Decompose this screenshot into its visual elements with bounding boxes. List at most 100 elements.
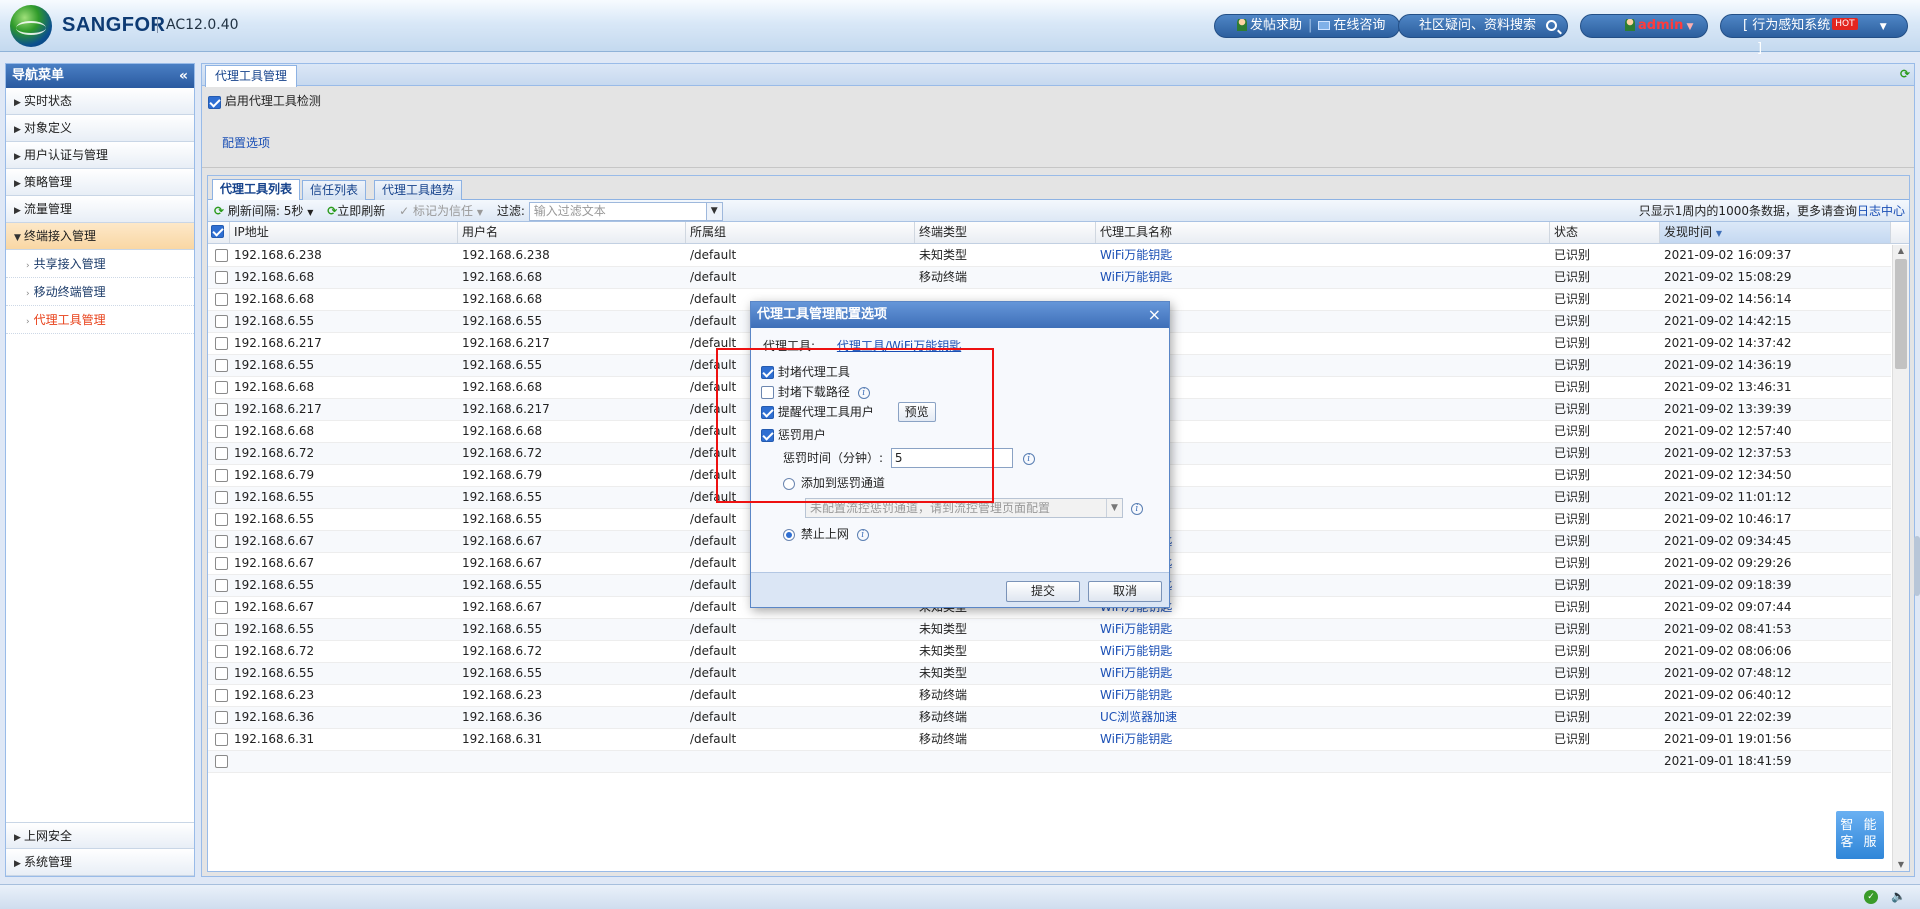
system-switcher[interactable]: [ 行为感知系统 HOT ▼ ] (1720, 14, 1908, 56)
vertical-scrollbar[interactable]: ▲ ▼ (1892, 245, 1909, 871)
channel-select[interactable]: 未配置流控惩罚通道，请到流控管理页面配置 ▼ (805, 498, 1123, 518)
row-checkbox[interactable] (215, 293, 228, 306)
col-ip[interactable]: IP地址 (230, 222, 458, 243)
cancel-button[interactable]: 取消 (1088, 581, 1162, 602)
row-checkbox[interactable] (215, 689, 228, 702)
row-checkbox[interactable] (215, 447, 228, 460)
row-checkbox[interactable] (215, 469, 228, 482)
tab-proxy-list[interactable]: 代理工具列表 (212, 179, 301, 201)
sidebar-item-traffic[interactable]: ▶ 流量管理 (6, 196, 194, 223)
sidebar-item-users[interactable]: ▶ 用户认证与管理 (6, 142, 194, 169)
tab-trust-list[interactable]: 信任列表 (302, 180, 367, 201)
cell-proxy-tool[interactable]: WiFi万能钥匙 (1096, 641, 1172, 663)
mark-trusted-button[interactable]: ✓ 标记为信任 ▼ (399, 204, 483, 218)
row-checkbox[interactable] (215, 359, 228, 372)
table-row[interactable]: 192.168.6.36 192.168.6.36/default 移动终端 UC浏览… (208, 707, 1891, 729)
cell-proxy-tool[interactable]: WiFi万能钥匙 (1096, 245, 1172, 267)
select-all-checkbox[interactable] (211, 225, 224, 238)
row-checkbox[interactable] (215, 601, 228, 614)
close-icon[interactable]: × (1148, 302, 1161, 328)
speaker-icon[interactable]: 🔈 (1891, 889, 1906, 903)
row-checkbox[interactable] (215, 711, 228, 724)
enable-detection-checkbox[interactable] (208, 96, 221, 109)
sidebar-sub-mobile[interactable]: › 移动终端管理 (6, 278, 194, 306)
collapse-icon[interactable]: « (179, 64, 188, 88)
cell-proxy-tool[interactable]: WiFi万能钥匙 (1096, 729, 1172, 751)
row-checkbox[interactable] (215, 315, 228, 328)
cell-proxy-tool[interactable]: WiFi万能钥匙 (1096, 685, 1172, 707)
refresh-interval-button[interactable]: ⟳ 刷新间隔: 5秒 ▼ (214, 204, 313, 218)
user-menu[interactable]: admin ▼ (1580, 14, 1708, 38)
forbid-internet-radio[interactable] (783, 528, 795, 541)
remind-user-checkbox[interactable] (761, 406, 774, 419)
config-options-link[interactable]: 配置选项 (222, 134, 270, 151)
info-icon[interactable]: i (856, 528, 869, 541)
row-checkbox[interactable] (215, 249, 228, 262)
status-ok-icon[interactable]: ✓ (1864, 890, 1878, 904)
help-link[interactable]: 发帖求助 (1237, 18, 1302, 33)
sidebar-item-terminal-access[interactable]: ▼ 终端接入管理 (6, 223, 194, 250)
community-search[interactable]: 社区疑问、资料搜索 (1398, 14, 1568, 38)
sidebar-item-policy[interactable]: ▶ 策略管理 (6, 169, 194, 196)
sidebar-item-objects[interactable]: ▶ 对象定义 (6, 115, 194, 142)
row-checkbox[interactable] (215, 667, 228, 680)
table-row[interactable]: 192.168.6.31 192.168.6.31/default 移动终端 WiFi… (208, 729, 1891, 751)
table-row[interactable]: 2021-09-01 18:41:59 (208, 751, 1891, 773)
col-status[interactable]: 状态 (1550, 222, 1660, 243)
row-checkbox[interactable] (215, 271, 228, 284)
row-checkbox[interactable] (215, 381, 228, 394)
col-proxy-tool[interactable]: 代理工具名称 (1096, 222, 1550, 243)
sidebar-sub-proxy-tools[interactable]: › 代理工具管理 (6, 306, 194, 334)
cell-proxy-tool[interactable]: UC浏览器加速 (1096, 707, 1177, 729)
sidebar-item-web-security[interactable]: ▶ 上网安全 (6, 822, 194, 849)
tab-proxy-trend[interactable]: 代理工具趋势 (374, 180, 463, 201)
col-group[interactable]: 所属组 (686, 222, 915, 243)
row-checkbox[interactable] (215, 513, 228, 526)
cell-proxy-tool[interactable]: WiFi万能钥匙 (1096, 663, 1172, 685)
table-row[interactable]: 192.168.6.72 192.168.6.72/default 未知类型 WiFi… (208, 641, 1891, 663)
info-icon[interactable]: i (1130, 502, 1143, 515)
info-icon[interactable]: i (1022, 452, 1035, 465)
sidebar-sub-shared-access[interactable]: › 共享接入管理 (6, 250, 194, 278)
punish-time-input[interactable]: 5 (890, 448, 1013, 468)
row-checkbox[interactable] (215, 579, 228, 592)
row-checkbox[interactable] (215, 425, 228, 438)
cell-proxy-tool[interactable]: WiFi万能钥匙 (1096, 267, 1172, 289)
submit-button[interactable]: 提交 (1006, 581, 1080, 602)
row-checkbox[interactable] (215, 755, 228, 768)
row-checkbox[interactable] (215, 645, 228, 658)
row-checkbox[interactable] (215, 403, 228, 416)
block-tool-checkbox[interactable] (761, 366, 774, 379)
add-channel-radio[interactable] (783, 477, 795, 490)
sidebar-item-system[interactable]: ▶ 系统管理 (6, 849, 194, 876)
table-row[interactable]: 192.168.6.238 192.168.6.238/default 未知类型 Wi… (208, 245, 1891, 267)
cell-proxy-tool[interactable] (1096, 751, 1100, 773)
refresh-now-button[interactable]: ⟳立即刷新 (327, 204, 385, 218)
scroll-up-icon[interactable]: ▲ (1893, 245, 1909, 257)
col-terminal-type[interactable]: 终端类型 (915, 222, 1096, 243)
proxy-tool-link[interactable]: 代理工具/WiFi万能钥匙 (837, 339, 961, 353)
page-edge-scroll-handle[interactable] (1914, 536, 1920, 596)
cell-proxy-tool[interactable]: WiFi万能钥匙 (1096, 619, 1172, 641)
scroll-thumb[interactable] (1895, 259, 1907, 369)
table-row[interactable]: 192.168.6.55 192.168.6.55/default 未知类型 WiFi… (208, 663, 1891, 685)
online-consult-link[interactable]: 在线咨询 (1318, 18, 1385, 33)
preview-button[interactable]: 预览 (897, 402, 936, 422)
table-row[interactable]: 192.168.6.55 192.168.6.55/default 未知类型 WiFi… (208, 619, 1891, 641)
row-checkbox[interactable] (215, 337, 228, 350)
ai-service-button[interactable]: 智 能 客 服 (1836, 811, 1884, 859)
block-download-checkbox[interactable] (761, 386, 774, 399)
row-checkbox[interactable] (215, 623, 228, 636)
chevron-down-icon[interactable]: ▼ (705, 203, 722, 220)
info-icon[interactable]: i (857, 386, 870, 399)
row-checkbox[interactable] (215, 557, 228, 570)
row-checkbox[interactable] (215, 535, 228, 548)
sidebar-item-realtime[interactable]: ▶ 实时状态 (6, 88, 194, 115)
col-found-time[interactable]: 发现时间 ▼ (1660, 222, 1891, 243)
filter-input[interactable]: 输入过滤文本 ▼ (528, 202, 723, 221)
tab-proxy-tools[interactable]: 代理工具管理 (205, 65, 298, 87)
row-checkbox[interactable] (215, 733, 228, 746)
table-row[interactable]: 192.168.6.23 192.168.6.23/default 移动终端 WiFi… (208, 685, 1891, 707)
row-checkbox[interactable] (215, 491, 228, 504)
refresh-icon[interactable]: ⟳ (1900, 67, 1910, 81)
